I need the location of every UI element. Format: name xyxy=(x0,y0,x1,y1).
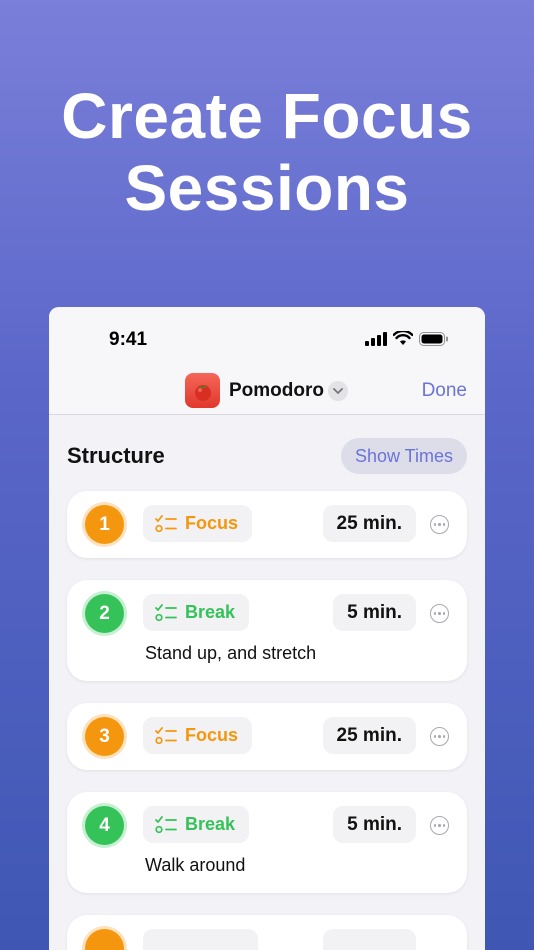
session-type-label: Focus xyxy=(185,513,239,533)
session-note: Stand up, and stretch xyxy=(145,643,317,663)
session-number: 4 xyxy=(85,806,124,845)
more-options-icon[interactable] xyxy=(430,604,449,623)
session-card[interactable]: 2 Break 5 min. Stand up, and stretch xyxy=(67,580,467,681)
status-time: 9:41 xyxy=(109,329,148,350)
chevron-down-icon[interactable] xyxy=(328,381,348,401)
session-number: 1 xyxy=(85,505,124,544)
more-options-icon[interactable] xyxy=(430,727,449,746)
nav-bar: Pomodoro Done xyxy=(49,373,485,409)
signal-icon xyxy=(365,331,387,346)
session-number: 2 xyxy=(85,594,124,633)
more-options-icon[interactable] xyxy=(430,515,449,534)
checklist-icon xyxy=(155,603,177,621)
checklist-icon xyxy=(155,726,177,744)
headline-line-1: Create Focus xyxy=(61,80,473,152)
nav-title[interactable]: Pomodoro xyxy=(229,380,324,402)
session-type-pill[interactable]: Focus xyxy=(143,717,253,754)
headline: Create Focus Sessions xyxy=(0,80,534,224)
session-card[interactable]: 3 Focus 25 min. xyxy=(67,703,467,770)
session-duration[interactable]: 25 min. xyxy=(322,717,416,754)
wifi-icon xyxy=(393,331,413,345)
checklist-icon xyxy=(155,514,177,532)
session-type-pill[interactable]: Focus xyxy=(143,505,253,542)
session-type-label: Focus xyxy=(185,725,239,745)
session-type-pill[interactable]: Break xyxy=(143,594,250,631)
tomato-app-icon xyxy=(185,373,220,408)
headline-line-2: Sessions xyxy=(124,152,410,224)
session-duration-partial[interactable] xyxy=(323,929,416,950)
session-number: 3 xyxy=(85,717,124,756)
done-button[interactable]: Done xyxy=(422,380,467,402)
status-icons xyxy=(365,331,449,346)
session-number-partial xyxy=(85,929,124,950)
session-type-label: Break xyxy=(185,814,236,834)
section-header: Structure Show Times xyxy=(49,415,485,491)
top-bar: 9:41 Pomodoro Done xyxy=(49,307,485,415)
session-card[interactable]: 1 Focus 25 min. xyxy=(67,491,467,558)
checklist-icon xyxy=(155,815,177,833)
session-card[interactable]: 4 Break 5 min. Walk around xyxy=(67,792,467,893)
session-duration[interactable]: 25 min. xyxy=(322,505,416,542)
show-times-button[interactable]: Show Times xyxy=(340,438,467,474)
session-card-partial[interactable] xyxy=(67,915,467,950)
session-list: 1 Focus 25 min. 2 Break 5 min. Stand up,… xyxy=(49,491,485,950)
session-type-pill-partial[interactable] xyxy=(143,929,258,950)
session-type-pill[interactable]: Break xyxy=(143,806,250,843)
section-title: Structure xyxy=(67,443,165,468)
phone-screen: 9:41 Pomodoro Done Structure Show Times … xyxy=(49,307,485,950)
battery-icon xyxy=(419,331,448,346)
session-duration[interactable]: 5 min. xyxy=(333,806,416,843)
session-duration[interactable]: 5 min. xyxy=(333,594,416,631)
more-options-icon[interactable] xyxy=(430,816,449,835)
session-type-label: Break xyxy=(185,602,236,622)
session-note: Walk around xyxy=(145,855,246,875)
